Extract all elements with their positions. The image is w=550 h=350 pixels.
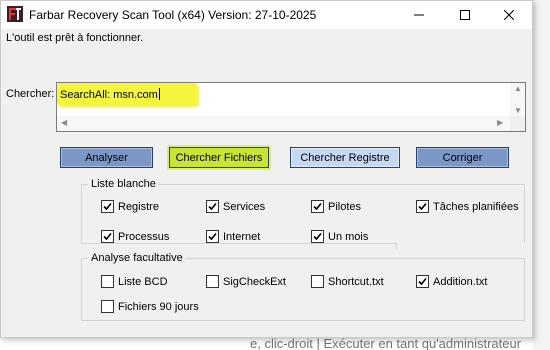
frst-window: Farbar Recovery Scan Tool (x64) Version:… [0, 0, 533, 338]
search-input[interactable]: SearchAll: msn.com ▲ ▼ ◀ ▶ [56, 82, 526, 132]
liste_blanche-checkbox-2[interactable]: Pilotes [311, 200, 361, 213]
search-label: Chercher: [6, 88, 55, 100]
checkbox-box[interactable] [101, 275, 114, 288]
checkbox-label: Tâches planifiées [433, 200, 519, 213]
checkbox-box[interactable] [206, 200, 219, 213]
scroll-right-icon[interactable]: ▶ [497, 119, 503, 127]
liste_blanche-checkbox-3[interactable]: Tâches planifiées [416, 200, 519, 213]
checkbox-box[interactable] [311, 275, 324, 288]
analyse-facultative-title: Analyse facultative [89, 252, 185, 264]
liste_blanche-checkbox-5[interactable]: Internet [206, 230, 260, 243]
background-app-strip [533, 0, 550, 350]
checkbox-box[interactable] [101, 300, 114, 313]
checkbox-label: Un mois [328, 230, 369, 243]
corriger-button[interactable]: Corriger [416, 147, 509, 168]
search-value: SearchAll: msn.com [60, 88, 160, 101]
checkmark-icon [103, 232, 112, 241]
checkbox-box[interactable] [206, 275, 219, 288]
title-bar: Farbar Recovery Scan Tool (x64) Version:… [1, 1, 532, 29]
checkmark-icon [418, 202, 427, 211]
scroll-up-icon[interactable]: ▲ [514, 85, 522, 93]
checkbox-box[interactable] [416, 200, 429, 213]
checkbox-label: Pilotes [328, 200, 362, 213]
checkbox-box[interactable] [311, 230, 324, 243]
checkbox-label: Shortcut.txt [328, 275, 384, 288]
text-caret [158, 88, 160, 100]
window-title: Farbar Recovery Scan Tool (x64) Version:… [29, 8, 317, 22]
analyse_facultative-checkbox-3[interactable]: Addition.txt [416, 275, 487, 288]
analyse_facultative-checkbox-4[interactable]: Fichiers 90 jours [101, 300, 199, 313]
checkmark-icon [103, 202, 112, 211]
chercher-registre-button[interactable]: Chercher Registre [290, 147, 400, 168]
checkbox-label: Registre [118, 200, 159, 213]
chercher-fichiers-button[interactable]: Chercher Fichiers [169, 147, 269, 168]
checkbox-label: Addition.txt [433, 275, 488, 288]
checkmark-icon [313, 232, 322, 241]
checkbox-label: Processus [118, 230, 170, 243]
checkmark-icon [208, 202, 217, 211]
checkbox-label: Internet [223, 230, 261, 243]
close-button[interactable] [486, 1, 532, 29]
checkbox-label: Services [223, 200, 266, 213]
analyser-button[interactable]: Analyser [60, 147, 153, 168]
checkmark-icon [418, 277, 427, 286]
minimize-button[interactable] [396, 1, 442, 29]
analyse_facultative-checkbox-2[interactable]: Shortcut.txt [311, 275, 384, 288]
checkbox-box[interactable] [101, 200, 114, 213]
scroll-down-icon[interactable]: ▼ [514, 107, 522, 115]
checkbox-box[interactable] [206, 230, 219, 243]
liste_blanche-checkbox-0[interactable]: Registre [101, 200, 159, 213]
checkbox-label: SigCheckExt [223, 275, 286, 288]
checkbox-box[interactable] [416, 275, 429, 288]
checkbox-box[interactable] [101, 230, 114, 243]
liste_blanche-checkbox-1[interactable]: Services [206, 200, 265, 213]
background-text: e, clic-droit | Exécuter en tant qu'admi… [250, 336, 522, 350]
maximize-icon [460, 10, 470, 20]
horizontal-scrollbar[interactable]: ◀ ▶ [57, 116, 510, 131]
analyse_facultative-checkbox-0[interactable]: Liste BCD [101, 275, 168, 288]
liste_blanche-checkbox-4[interactable]: Processus [101, 230, 169, 243]
status-text: L'outil est prêt à fonctionner. [6, 32, 144, 44]
maximize-button[interactable] [442, 1, 488, 29]
checkbox-label: Liste BCD [118, 275, 168, 288]
scroll-left-icon[interactable]: ◀ [61, 119, 67, 127]
liste_blanche-checkbox-6[interactable]: Un mois [311, 230, 368, 243]
minimize-icon [414, 14, 424, 16]
liste-blanche-title: Liste blanche [89, 178, 158, 190]
analyse_facultative-checkbox-1[interactable]: SigCheckExt [206, 275, 286, 288]
app-icon [7, 6, 23, 22]
vertical-scrollbar[interactable]: ▲ ▼ [510, 83, 525, 117]
scroll-corner [510, 116, 525, 131]
checkmark-icon [208, 232, 217, 241]
close-icon [504, 10, 514, 20]
checkmark-icon [313, 202, 322, 211]
checkbox-label: Fichiers 90 jours [118, 300, 199, 313]
checkbox-box[interactable] [311, 200, 324, 213]
